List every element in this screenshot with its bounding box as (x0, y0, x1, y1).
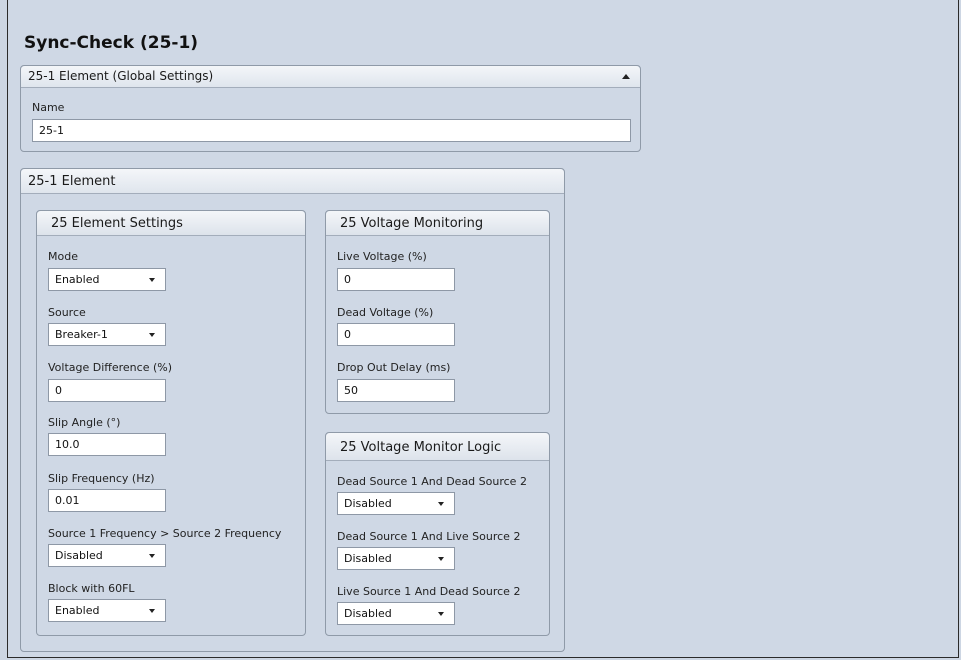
slip-angle-label: Slip Angle (°) (48, 416, 121, 429)
source-select[interactable]: Breaker-1 (48, 323, 166, 346)
block-60fl-label: Block with 60FL (48, 582, 135, 595)
dead-live-select[interactable]: Disabled (337, 547, 455, 570)
source-frequency-compare-value: Disabled (55, 549, 103, 562)
chevron-down-icon (438, 612, 444, 616)
mode-select[interactable]: Enabled (48, 268, 166, 291)
global-settings-title: 25-1 Element (Global Settings) (28, 69, 214, 83)
source-frequency-compare-label: Source 1 Frequency > Source 2 Frequency (48, 527, 282, 540)
drop-out-delay-label: Drop Out Delay (ms) (337, 361, 451, 374)
block-60fl-select[interactable]: Enabled (48, 599, 166, 622)
drop-out-delay-field[interactable]: 50 (337, 379, 455, 402)
voltage-monitor-logic-header: 25 Voltage Monitor Logic (326, 433, 549, 461)
slip-angle-field[interactable]: 10.0 (48, 433, 166, 456)
live-voltage-field[interactable]: 0 (337, 268, 455, 291)
global-settings-panel: 25-1 Element (Global Settings) Name 25-1 (20, 65, 641, 152)
voltage-monitor-logic-panel: 25 Voltage Monitor Logic Dead Source 1 A… (325, 432, 550, 636)
mode-value: Enabled (55, 273, 100, 286)
dead-dead-label: Dead Source 1 And Dead Source 2 (337, 475, 527, 488)
dead-live-label: Dead Source 1 And Live Source 2 (337, 530, 521, 543)
name-label: Name (32, 101, 65, 114)
chevron-down-icon (438, 557, 444, 561)
page-title: Sync-Check (25-1) (24, 33, 199, 53)
element-panel: 25-1 Element 25 Element Settings Mode En… (20, 168, 565, 652)
dead-dead-value: Disabled (344, 497, 392, 510)
chevron-down-icon (149, 278, 155, 282)
slip-frequency-label: Slip Frequency (Hz) (48, 472, 155, 485)
voltage-difference-field[interactable]: 0 (48, 379, 166, 402)
voltage-monitoring-panel: 25 Voltage Monitoring Live Voltage (%) 0… (325, 210, 550, 414)
source-value: Breaker-1 (55, 328, 108, 341)
source-frequency-compare-select[interactable]: Disabled (48, 544, 166, 567)
slip-frequency-field[interactable]: 0.01 (48, 489, 166, 512)
chevron-down-icon (438, 502, 444, 506)
live-dead-select[interactable]: Disabled (337, 602, 455, 625)
element-panel-header: 25-1 Element (21, 169, 564, 194)
element-settings-panel: 25 Element Settings Mode Enabled Source … (36, 210, 306, 636)
chevron-down-icon (149, 554, 155, 558)
source-label: Source (48, 306, 86, 319)
voltage-difference-label: Voltage Difference (%) (48, 361, 172, 374)
mode-label: Mode (48, 250, 78, 263)
name-field[interactable]: 25-1 (32, 119, 631, 142)
dead-voltage-field[interactable]: 0 (337, 323, 455, 346)
block-60fl-value: Enabled (55, 604, 100, 617)
chevron-down-icon (149, 333, 155, 337)
live-dead-label: Live Source 1 And Dead Source 2 (337, 585, 521, 598)
dead-dead-select[interactable]: Disabled (337, 492, 455, 515)
element-panel-title: 25-1 Element (28, 174, 116, 189)
live-voltage-label: Live Voltage (%) (337, 250, 427, 263)
global-settings-header[interactable]: 25-1 Element (Global Settings) (21, 66, 640, 88)
collapse-icon[interactable] (622, 74, 630, 79)
live-dead-value: Disabled (344, 607, 392, 620)
voltage-monitoring-header: 25 Voltage Monitoring (326, 211, 549, 236)
dead-voltage-label: Dead Voltage (%) (337, 306, 434, 319)
chevron-down-icon (149, 609, 155, 613)
element-settings-header: 25 Element Settings (37, 211, 305, 236)
dead-live-value: Disabled (344, 552, 392, 565)
